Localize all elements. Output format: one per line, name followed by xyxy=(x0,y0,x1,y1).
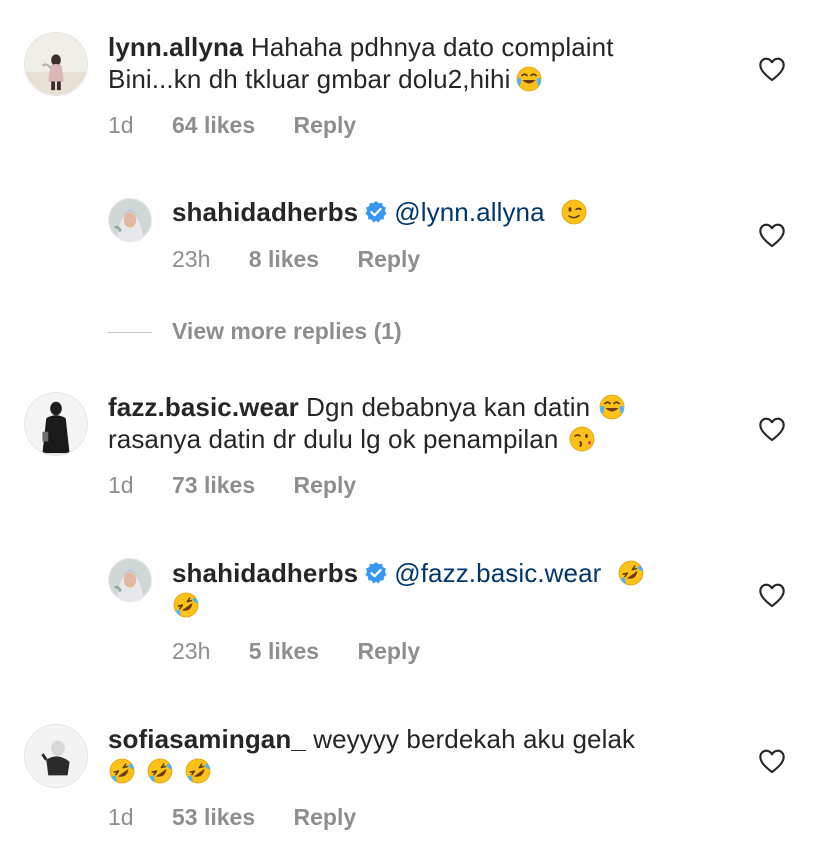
rolling-on-the-floor-laughing-icon xyxy=(617,559,645,587)
comment-body-line1: weyyyy berdekah aku gelak xyxy=(313,724,636,754)
avatar[interactable] xyxy=(24,392,88,456)
comment-meta: 1d 53 likes Reply xyxy=(108,804,388,831)
heart-outline-icon[interactable] xyxy=(758,56,786,82)
comment-username[interactable]: shahidadherbs xyxy=(172,558,358,588)
avatar[interactable] xyxy=(108,558,152,602)
rolling-on-the-floor-laughing-icon xyxy=(172,591,200,619)
comment-mention[interactable]: @fazz.basic.wear xyxy=(394,558,601,588)
comment-meta: 23h 8 likes Reply xyxy=(172,246,452,273)
comment-likes[interactable]: 73 likes xyxy=(172,472,255,498)
heart-outline-icon[interactable] xyxy=(758,416,786,442)
face-with-tears-of-joy-icon xyxy=(515,65,543,93)
comment-time: 23h xyxy=(172,638,211,664)
comment-time: 1d xyxy=(108,472,134,498)
rolling-on-the-floor-laughing-icon xyxy=(108,757,136,785)
comment-username[interactable]: lynn.allyna xyxy=(108,32,243,62)
comment-meta: 23h 5 likes Reply xyxy=(172,638,452,665)
comment-text: shahidadherbs @fazz.basic.wear xyxy=(172,557,645,621)
view-more-replies-label: View more replies (1) xyxy=(172,318,402,344)
comment-username[interactable]: shahidadherbs xyxy=(172,197,358,227)
comment-body-line2: rasanya datin dr dulu lg ok penampilan xyxy=(108,424,559,454)
comment-meta: 1d 73 likes Reply xyxy=(108,472,388,499)
avatar[interactable] xyxy=(24,32,88,96)
heart-outline-icon[interactable] xyxy=(758,222,786,248)
comment-text: lynn.allyna Hahaha pdhnya dato complaint… xyxy=(108,31,614,95)
comment-time: 1d xyxy=(108,112,134,138)
heart-outline-icon[interactable] xyxy=(758,582,786,608)
face-blowing-a-kiss-icon xyxy=(568,425,596,453)
winking-face-icon xyxy=(560,198,588,226)
face-with-tears-of-joy-icon xyxy=(598,393,626,421)
rolling-on-the-floor-laughing-icon xyxy=(184,757,212,785)
comment-text: sofiasamingan_ weyyyy berdekah aku gelak xyxy=(108,723,635,787)
verified-badge-icon xyxy=(364,561,388,585)
reply-button[interactable]: Reply xyxy=(358,246,421,272)
view-more-replies-button[interactable]: View more replies (1) xyxy=(108,318,402,348)
rolling-on-the-floor-laughing-icon xyxy=(146,757,174,785)
verified-badge-icon xyxy=(364,200,388,224)
reply-button[interactable]: Reply xyxy=(358,638,421,664)
comment-likes[interactable]: 64 likes xyxy=(172,112,255,138)
comment-body-line1: Dgn debabnya kan datin xyxy=(306,392,591,422)
heart-outline-icon[interactable] xyxy=(758,748,786,774)
divider xyxy=(108,332,152,334)
reply-button[interactable]: Reply xyxy=(294,472,357,498)
comment-likes[interactable]: 53 likes xyxy=(172,804,255,830)
comment-time: 1d xyxy=(108,804,134,830)
comment-username[interactable]: sofiasamingan_ xyxy=(108,724,306,754)
comment-meta: 1d 64 likes Reply xyxy=(108,112,388,139)
comment-body-line1: Hahaha pdhnya dato complaint xyxy=(250,32,614,62)
reply-button[interactable]: Reply xyxy=(294,804,357,830)
reply-button[interactable]: Reply xyxy=(294,112,357,138)
comment-likes[interactable]: 5 likes xyxy=(249,638,319,664)
avatar[interactable] xyxy=(108,198,152,242)
comment-time: 23h xyxy=(172,246,211,272)
comment-text: fazz.basic.wear Dgn debabnya kan datin r… xyxy=(108,391,626,455)
comment-likes[interactable]: 8 likes xyxy=(249,246,319,272)
comment-body-line2: Bini...kn dh tkluar gmbar dolu2,hihi xyxy=(108,64,511,94)
comment-text: shahidadherbs @lynn.allyna xyxy=(172,196,588,228)
comment-username[interactable]: fazz.basic.wear xyxy=(108,392,299,422)
avatar[interactable] xyxy=(24,724,88,788)
comment-mention[interactable]: @lynn.allyna xyxy=(394,197,544,227)
